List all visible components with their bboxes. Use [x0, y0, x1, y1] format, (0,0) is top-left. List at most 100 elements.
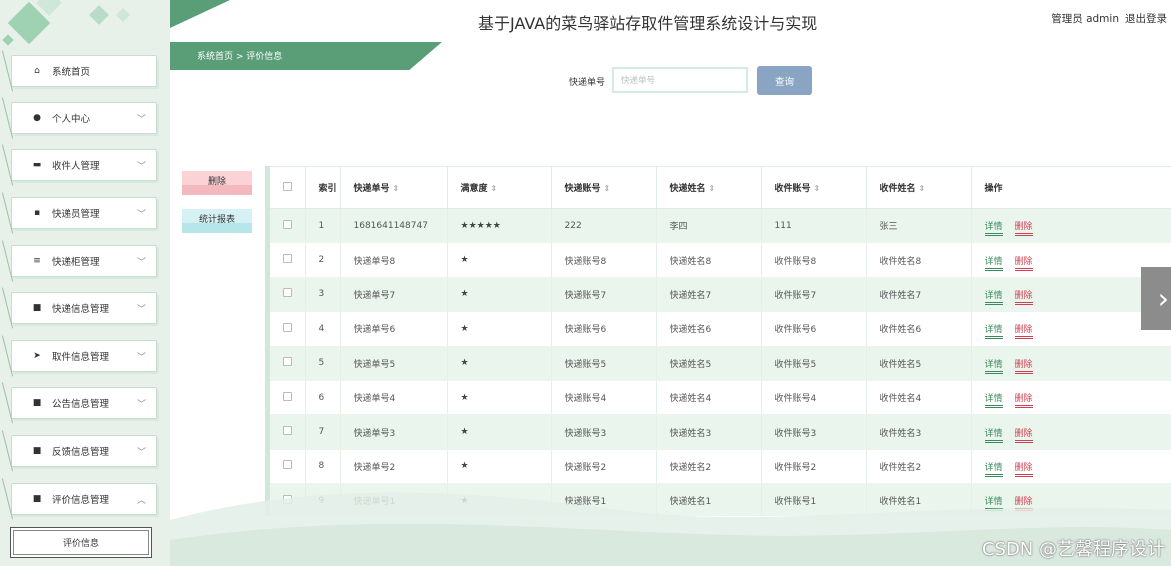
column-header[interactable]: 收件姓名 ⇕	[866, 166, 972, 209]
chevron-down-icon: ﹀	[136, 353, 146, 363]
row-checkbox[interactable]	[283, 254, 292, 264]
chevron-down-icon: ﹀	[136, 305, 146, 315]
detail-link[interactable]: 详情	[984, 394, 1003, 409]
delete-link[interactable]: 删除	[1014, 222, 1033, 237]
sort-icon[interactable]: ⇕	[393, 184, 400, 193]
detail-link[interactable]: 详情	[984, 290, 1003, 305]
detail-link[interactable]: 详情	[984, 222, 1003, 237]
user-label[interactable]: 管理员 admin	[1051, 13, 1119, 25]
row-checkbox[interactable]	[283, 322, 292, 332]
row-checkbox[interactable]	[283, 426, 292, 436]
next-arrow-button[interactable]: ›	[1141, 267, 1171, 330]
logout-link[interactable]: 退出登录	[1125, 13, 1167, 25]
sidebar-item[interactable]: ■ 评价信息管理 ︿	[11, 483, 157, 515]
column-header[interactable]: 快递单号 ⇕	[340, 166, 448, 209]
delete-link[interactable]: 删除	[1014, 394, 1033, 409]
row-checkbox[interactable]	[283, 494, 292, 504]
row-checkbox[interactable]	[283, 460, 292, 470]
table-cell: 收件账号6	[761, 311, 867, 347]
batch-delete-label: 删除	[207, 177, 226, 187]
delete-link[interactable]: 删除	[1014, 462, 1033, 477]
decor-square	[89, 5, 109, 25]
sidebar-item-label: 个人中心	[52, 114, 91, 125]
row-select-cell	[270, 346, 306, 381]
column-header[interactable]: 快递账号 ⇕	[551, 166, 657, 209]
sidebar-item[interactable]: ▪ 快递员管理 ﹀	[11, 197, 157, 229]
table-cell: 快递账号1	[551, 483, 657, 516]
detail-link[interactable]: 详情	[984, 359, 1003, 374]
sidebar-item[interactable]: ⌂ 系统首页	[11, 55, 157, 87]
delete-link[interactable]: 删除	[1014, 497, 1033, 512]
table-cell: 快递单号2	[340, 449, 448, 485]
data-table-wrap: 索引 快递单号 ⇕ 满意度 ⇕ 快递账号 ⇕ 快递姓名 ⇕ 收件账号 ⇕ 收件姓名 ⇕ 操作 1 16816…	[265, 166, 1171, 516]
header-corner-decor	[170, 0, 230, 28]
row-checkbox[interactable]	[283, 357, 292, 367]
sort-icon[interactable]: ⇕	[709, 184, 716, 193]
sort-icon[interactable]: ⇕	[814, 184, 821, 193]
table-row: 9 快递单号1 ★ 快递账号1 快递姓名1 收件账号1 收件姓名1 详情 删除	[270, 483, 1171, 516]
sidebar-item[interactable]: ■ 快递信息管理 ﹀	[11, 292, 157, 324]
batch-delete-button[interactable]: 删除	[182, 171, 252, 195]
table-cell: 李四	[656, 208, 762, 244]
detail-link[interactable]: 详情	[984, 256, 1003, 271]
sidebar-item-label: 快递信息管理	[52, 304, 110, 315]
delete-link[interactable]: 删除	[1014, 290, 1033, 305]
sort-icon[interactable]: ⇕	[491, 184, 498, 193]
column-header-label: 索引	[318, 184, 337, 194]
table-cell: 快递账号3	[551, 414, 657, 450]
delete-link[interactable]: 删除	[1014, 428, 1033, 443]
delete-link[interactable]: 删除	[1014, 256, 1033, 271]
sidebar-item[interactable]: ■ 公告信息管理 ﹀	[11, 387, 157, 419]
sidebar-item[interactable]: ■ 反馈信息管理 ﹀	[11, 435, 157, 467]
sidebar-item[interactable]: ≡ 快递柜管理 ﹀	[11, 245, 157, 277]
column-header[interactable]: 满意度 ⇕	[447, 166, 552, 209]
detail-link[interactable]: 详情	[984, 497, 1003, 512]
select-all-cell	[270, 166, 306, 209]
row-select-cell	[270, 311, 306, 347]
table-cell: 快递姓名7	[656, 277, 762, 313]
column-header[interactable]: 快递姓名 ⇕	[656, 166, 762, 209]
search-button[interactable]: 查询	[757, 66, 812, 95]
table-cell: 快递单号1	[340, 483, 448, 516]
breadcrumb[interactable]: 系统首页 > 评价信息	[197, 49, 282, 62]
chevron-down-icon: ﹀	[136, 258, 146, 268]
sidebar-item-label: 快递柜管理	[52, 257, 100, 268]
row-checkbox[interactable]	[283, 288, 292, 298]
table-row: 4 快递单号6 ★ 快递账号6 快递姓名6 收件账号6 收件姓名6 详情 删除	[270, 311, 1171, 347]
delete-link[interactable]: 删除	[1014, 359, 1033, 374]
select-all-checkbox[interactable]	[283, 181, 292, 191]
page-title: 基于JAVA的菜鸟驿站存取件管理系统设计与实现	[478, 14, 818, 33]
table-cell: 收件姓名7	[866, 277, 972, 313]
table-cell: 快递单号8	[340, 242, 448, 278]
row-select-cell	[270, 483, 306, 516]
table-cell: 快递姓名8	[656, 242, 762, 278]
search-input[interactable]	[612, 67, 748, 93]
table-cell: 快递单号7	[340, 277, 448, 313]
table-cell: 快递姓名1	[656, 483, 762, 516]
list-icon: ≡	[33, 256, 41, 266]
detail-link[interactable]: 详情	[984, 462, 1003, 477]
column-header[interactable]: 收件账号 ⇕	[761, 166, 867, 209]
column-header-label: 收件姓名	[879, 184, 916, 194]
table-cell: 收件姓名3	[866, 414, 972, 450]
table-cell: 快递姓名5	[656, 346, 762, 381]
row-actions: 详情 删除	[971, 208, 1171, 244]
table-cell: 111	[761, 208, 867, 244]
sidebar-sub-item-review-info[interactable]: 评价信息	[10, 527, 152, 558]
delete-link[interactable]: 删除	[1014, 325, 1033, 340]
row-checkbox[interactable]	[283, 219, 292, 229]
table-cell: 2	[305, 242, 341, 278]
table-cell: 收件账号7	[761, 277, 867, 313]
stats-report-button[interactable]: 统计报表	[182, 209, 252, 233]
detail-link[interactable]: 详情	[984, 325, 1003, 340]
table-cell: 5	[305, 346, 341, 381]
sort-icon[interactable]: ⇕	[919, 184, 926, 193]
sidebar-item[interactable]: ▬ 收件人管理 ﹀	[11, 149, 157, 181]
sort-icon[interactable]: ⇕	[604, 184, 611, 193]
sidebar-item[interactable]: ➤ 取件信息管理 ﹀	[11, 340, 157, 372]
row-checkbox[interactable]	[283, 391, 292, 401]
sidebar-item[interactable]: ● 个人中心 ﹀	[11, 102, 157, 134]
table-cell: ★	[447, 242, 552, 278]
table-cell: ★	[447, 449, 552, 485]
detail-link[interactable]: 详情	[984, 428, 1003, 443]
